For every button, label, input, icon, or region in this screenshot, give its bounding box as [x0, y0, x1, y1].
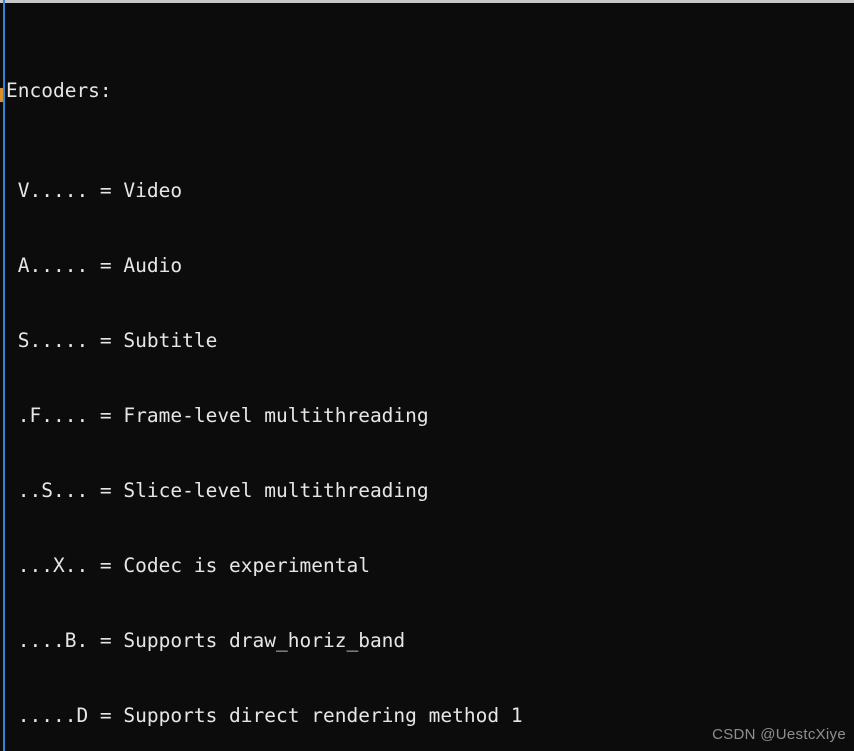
legend-line-audio: A..... = Audio: [6, 254, 183, 277]
legend-line-frame-threads: .F.... = Frame-level multithreading: [6, 404, 429, 427]
console-output-area[interactable]: Encoders: V..... = Video A..... = Audio …: [6, 3, 854, 751]
legend-line-draw-horiz: ....B. = Supports draw_horiz_band: [6, 629, 406, 652]
legend-line-slice-threads: ..S... = Slice-level multithreading: [6, 479, 429, 502]
legend-line-experimental: ...X.. = Codec is experimental: [6, 554, 370, 577]
window-left-accent-border: [3, 0, 5, 751]
window-left-accent-tick: [0, 88, 3, 102]
legend-line-direct-render: .....D = Supports direct rendering metho…: [6, 704, 523, 727]
encoders-heading: Encoders:: [6, 79, 112, 102]
legend-line-video: V..... = Video: [6, 179, 183, 202]
csdn-watermark: CSDN @UestcXiye: [712, 726, 846, 743]
terminal-window[interactable]: Encoders: V..... = Video A..... = Audio …: [0, 0, 854, 751]
legend-line-subtitle: S..... = Subtitle: [6, 329, 218, 352]
